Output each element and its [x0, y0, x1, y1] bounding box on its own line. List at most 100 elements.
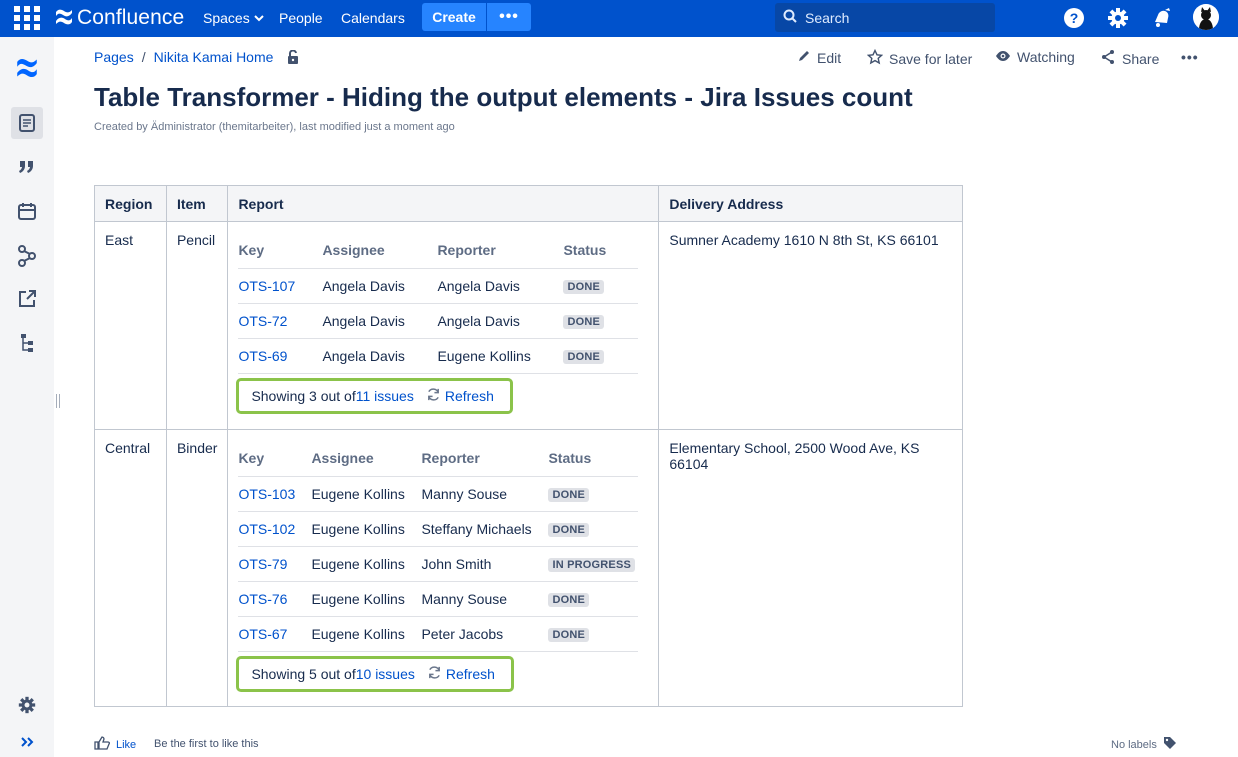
confluence-logo-icon	[55, 8, 73, 29]
issue-key-link[interactable]: OTS-107	[238, 278, 295, 294]
confluence-logo[interactable]: Confluence	[55, 6, 184, 30]
status-badge: DONE	[548, 488, 590, 502]
create-more-button[interactable]: •••	[487, 3, 531, 31]
issue-key-link[interactable]: OTS-79	[238, 556, 287, 572]
jira-header-reporter[interactable]: Reporter	[437, 232, 564, 269]
issue-assignee: Angela Davis	[322, 338, 438, 374]
issues-count-link[interactable]: 10 issues	[356, 666, 415, 682]
external-link-icon[interactable]	[14, 286, 40, 312]
breadcrumb-home-link[interactable]: Nikita Kamai Home	[154, 49, 274, 65]
app-switcher-icon[interactable]	[14, 6, 40, 30]
issue-key-link[interactable]: OTS-76	[238, 591, 287, 607]
cell-item: Binder	[165, 429, 229, 707]
like-summary: Be the first to like this	[154, 738, 259, 750]
jira-issue-row: OTS-67 Eugene Kollins Peter Jacobs DONE	[238, 616, 639, 652]
jira-issue-row: OTS-107 Angela Davis Angela Davis DONE	[238, 268, 639, 304]
jira-header-key[interactable]: Key	[238, 440, 312, 477]
issues-count-highlight: Showing 5 out of 10 issues Refresh	[236, 655, 514, 692]
blog-quote-icon[interactable]	[14, 154, 40, 180]
issue-assignee: Eugene Kollins	[311, 616, 422, 652]
breadcrumb-pages-link[interactable]: Pages	[94, 49, 134, 65]
page-title: Table Transformer - Hiding the output el…	[94, 82, 913, 112]
issue-key-link[interactable]: OTS-67	[238, 626, 287, 642]
thumbs-up-icon	[94, 736, 111, 753]
no-labels-text: No labels	[1111, 738, 1157, 751]
issue-assignee: Angela Davis	[322, 303, 438, 339]
workflow-icon[interactable]	[14, 243, 40, 269]
issue-key-link[interactable]: OTS-72	[238, 313, 287, 329]
issue-reporter: Eugene Kollins	[437, 338, 564, 374]
labels-section[interactable]: No labels	[1111, 736, 1177, 753]
like-label: Like	[116, 738, 137, 751]
issue-reporter: Manny Souse	[421, 581, 549, 617]
more-actions-button[interactable]: •••	[1181, 49, 1199, 65]
issue-reporter: Steffany Michaels	[421, 511, 549, 547]
jira-header-status[interactable]: Status	[548, 440, 639, 477]
share-icon	[1100, 49, 1116, 68]
edit-button[interactable]: Edit	[797, 49, 841, 66]
status-badge: DONE	[563, 350, 605, 364]
nav-people[interactable]: People	[279, 10, 323, 26]
issue-reporter: Angela Davis	[437, 268, 564, 304]
confluence-space-logo-icon[interactable]	[14, 55, 40, 81]
issue-assignee: Eugene Kollins	[311, 581, 422, 617]
jira-header-status[interactable]: Status	[563, 232, 639, 269]
jira-issue-row: OTS-103 Eugene Kollins Manny Souse DONE	[238, 476, 639, 512]
jira-issue-row: OTS-72 Angela Davis Angela Davis DONE	[238, 303, 639, 339]
page-tree-icon[interactable]	[14, 330, 40, 356]
watching-button[interactable]: Watching	[995, 49, 1075, 65]
nav-spaces[interactable]: Spaces	[203, 10, 264, 26]
expand-sidebar-icon[interactable]	[14, 729, 40, 755]
search-box[interactable]	[775, 3, 995, 32]
issue-reporter: Manny Souse	[421, 476, 549, 512]
main-table-header-row: Region Item Report Delivery Address	[94, 185, 963, 222]
space-settings-gear-icon[interactable]	[14, 692, 40, 718]
jira-issue-row: OTS-76 Eugene Kollins Manny Souse DONE	[238, 581, 639, 617]
top-navigation: Confluence Spaces People Calendars Creat…	[0, 0, 1238, 37]
jira-header-row: Key Assignee Reporter Status	[238, 232, 639, 269]
refresh-button[interactable]: Refresh	[426, 387, 494, 405]
issues-count-link[interactable]: 11 issues	[356, 388, 414, 404]
issues-count-text: Showing 5 out of	[251, 665, 356, 682]
header-report: Report	[227, 185, 660, 222]
cell-item: Pencil	[165, 221, 229, 430]
jira-issues-table: Key Assignee Reporter Status OTS-103 Eug…	[238, 440, 639, 652]
jira-header-reporter[interactable]: Reporter	[421, 440, 549, 477]
pages-icon[interactable]	[11, 107, 43, 139]
user-avatar[interactable]	[1193, 4, 1219, 30]
refresh-label: Refresh	[444, 387, 494, 404]
save-for-later-button[interactable]: Save for later	[866, 48, 972, 68]
watching-label: Watching	[1017, 49, 1075, 65]
tag-icon	[1163, 736, 1177, 753]
calendar-icon[interactable]	[14, 198, 40, 224]
jira-header-assignee[interactable]: Assignee	[311, 440, 422, 477]
search-input[interactable]	[805, 9, 985, 26]
breadcrumb-separator: /	[141, 49, 146, 65]
status-badge: DONE	[548, 593, 590, 607]
edit-label: Edit	[817, 49, 842, 66]
create-button[interactable]: Create	[422, 3, 486, 31]
table-row: Central Binder Key Assignee Reporter Sta…	[94, 429, 963, 707]
main-table: Region Item Report Delivery Address East…	[94, 185, 963, 707]
settings-gear-icon[interactable]	[1106, 6, 1130, 30]
sidebar	[0, 37, 54, 757]
nav-calendars[interactable]: Calendars	[341, 10, 405, 26]
issue-reporter: John Smith	[421, 546, 549, 582]
refresh-label: Refresh	[445, 665, 495, 682]
notification-icon[interactable]	[1150, 6, 1174, 30]
issue-key-link[interactable]: OTS-69	[238, 348, 287, 364]
refresh-button[interactable]: Refresh	[427, 665, 495, 683]
jira-issue-row: OTS-69 Angela Davis Eugene Kollins DONE	[238, 338, 639, 374]
issue-key-link[interactable]: OTS-102	[238, 521, 295, 537]
share-button[interactable]: Share	[1100, 49, 1159, 68]
unlock-icon[interactable]	[287, 50, 299, 64]
refresh-icon	[426, 387, 441, 405]
issue-assignee: Eugene Kollins	[311, 511, 422, 547]
help-icon[interactable]: ?	[1062, 6, 1086, 30]
like-button[interactable]: Like	[94, 736, 136, 753]
sidebar-resize-handle[interactable]	[56, 394, 60, 408]
jira-header-key[interactable]: Key	[238, 232, 323, 269]
issues-count-highlight: Showing 3 out of 11 issues Refresh	[236, 377, 513, 414]
jira-header-assignee[interactable]: Assignee	[322, 232, 438, 269]
issue-key-link[interactable]: OTS-103	[238, 486, 295, 502]
